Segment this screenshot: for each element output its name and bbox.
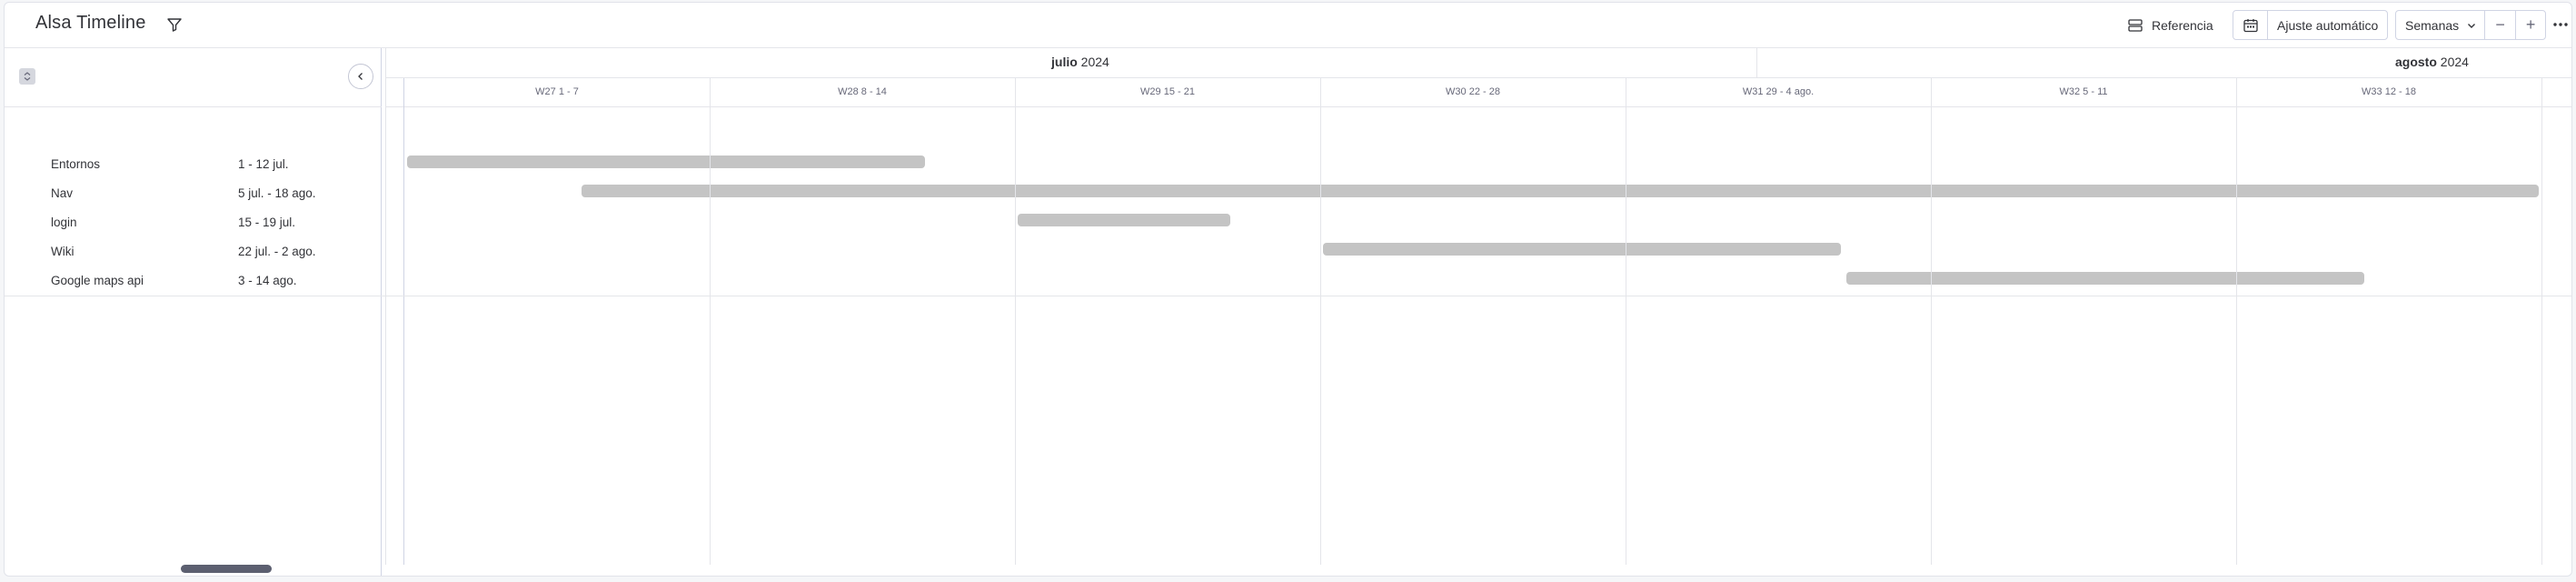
- week-gridline: [1931, 78, 1932, 565]
- panel-divider: [5, 106, 382, 107]
- week-label: W32 5 - 11: [2059, 86, 2108, 97]
- list-item[interactable]: login 15 - 19 jul.: [5, 208, 382, 237]
- month-label-agosto: agosto 2024: [2395, 55, 2469, 69]
- item-dates: 3 - 14 ago.: [238, 274, 297, 287]
- week-header: W27 1 - 7 W28 8 - 14 W29 15 - 21 W30 22 - 2…: [386, 78, 2571, 107]
- board-title[interactable]: Alsa Timeline: [35, 13, 146, 34]
- list-item[interactable]: Nav 5 jul. - 18 ago.: [5, 179, 382, 208]
- timeline-board: Alsa Timeline Referencia Ajuste automáti…: [4, 2, 2572, 577]
- item-dates: 15 - 19 jul.: [238, 216, 296, 229]
- item-dates: 22 jul. - 2 ago.: [238, 245, 316, 258]
- chevron-left-icon: [358, 73, 363, 80]
- auto-fit-group: Ajuste automático: [2233, 10, 2389, 40]
- calendar-button[interactable]: [2233, 11, 2268, 39]
- scale-select-value: Semanas: [2405, 17, 2460, 33]
- month-divider: [1756, 48, 1757, 78]
- reference-label: Referencia: [2152, 18, 2213, 33]
- week-label: W33 12 - 18: [2362, 86, 2416, 97]
- list-item[interactable]: Google maps api 3 - 14 ago.: [5, 266, 382, 296]
- timeline-bar[interactable]: [582, 185, 2539, 197]
- zoom-in-button[interactable]: +: [2515, 11, 2545, 39]
- week-label: W29 15 - 21: [1140, 86, 1195, 97]
- zoom-out-button[interactable]: −: [2485, 11, 2515, 39]
- week-gridline: [1015, 78, 1016, 565]
- calendar-icon: [2243, 18, 2258, 32]
- month-header: julio 2024 agosto 2024: [386, 48, 2571, 78]
- collapse-panel-button[interactable]: [348, 64, 373, 89]
- more-horizontal-icon[interactable]: [2551, 15, 2570, 34]
- week-label: W30 22 - 28: [1446, 86, 1500, 97]
- month-label-julio: julio 2024: [1051, 55, 1109, 69]
- item-name: Entornos: [51, 157, 101, 171]
- timeline-bar[interactable]: [407, 156, 925, 168]
- list-item[interactable]: Wiki 22 jul. - 2 ago.: [5, 237, 382, 266]
- item-name: Nav: [51, 186, 74, 200]
- horizontal-scrollbar[interactable]: [181, 565, 272, 573]
- list-item[interactable]: Entornos 1 - 12 jul.: [5, 150, 382, 179]
- week-gridline: [2541, 78, 2542, 565]
- week-label: W31 29 - 4 ago.: [1742, 86, 1815, 97]
- timeline-grid: julio 2024 agosto 2024 W27 1 - 7 W28 8 - …: [386, 48, 2571, 576]
- timeline-bar[interactable]: [1323, 243, 1841, 256]
- board-header: Alsa Timeline Referencia Ajuste automáti…: [5, 3, 2571, 48]
- week-gridline: [1320, 78, 1321, 565]
- scale-select[interactable]: Semanas: [2396, 11, 2486, 39]
- week-gridline: [2236, 78, 2237, 565]
- item-name: Wiki: [51, 245, 75, 258]
- week-label: W27 1 - 7: [535, 86, 579, 97]
- week-label: W28 8 - 14: [838, 86, 887, 97]
- timeline-bar[interactable]: [1018, 214, 1230, 226]
- reference-button[interactable]: Referencia: [2126, 12, 2213, 39]
- zoom-group: Semanas − +: [2395, 10, 2547, 40]
- expand-all-icon[interactable]: [19, 68, 35, 85]
- item-name: login: [51, 216, 77, 229]
- timeline-bar[interactable]: [1846, 272, 2364, 285]
- reference-icon: [2128, 19, 2143, 32]
- filter-icon[interactable]: [165, 15, 184, 34]
- week-gridline: [710, 78, 711, 565]
- items-panel: Entornos 1 - 12 jul. Nav 5 jul. - 18 ago…: [5, 48, 382, 576]
- item-name: Google maps api: [51, 274, 144, 287]
- item-dates: 5 jul. - 18 ago.: [238, 186, 316, 200]
- item-dates: 1 - 12 jul.: [238, 157, 289, 171]
- chevron-down-icon: [2468, 23, 2476, 28]
- auto-fit-button[interactable]: Ajuste automático: [2268, 11, 2387, 39]
- timeline-start-line: [403, 78, 404, 565]
